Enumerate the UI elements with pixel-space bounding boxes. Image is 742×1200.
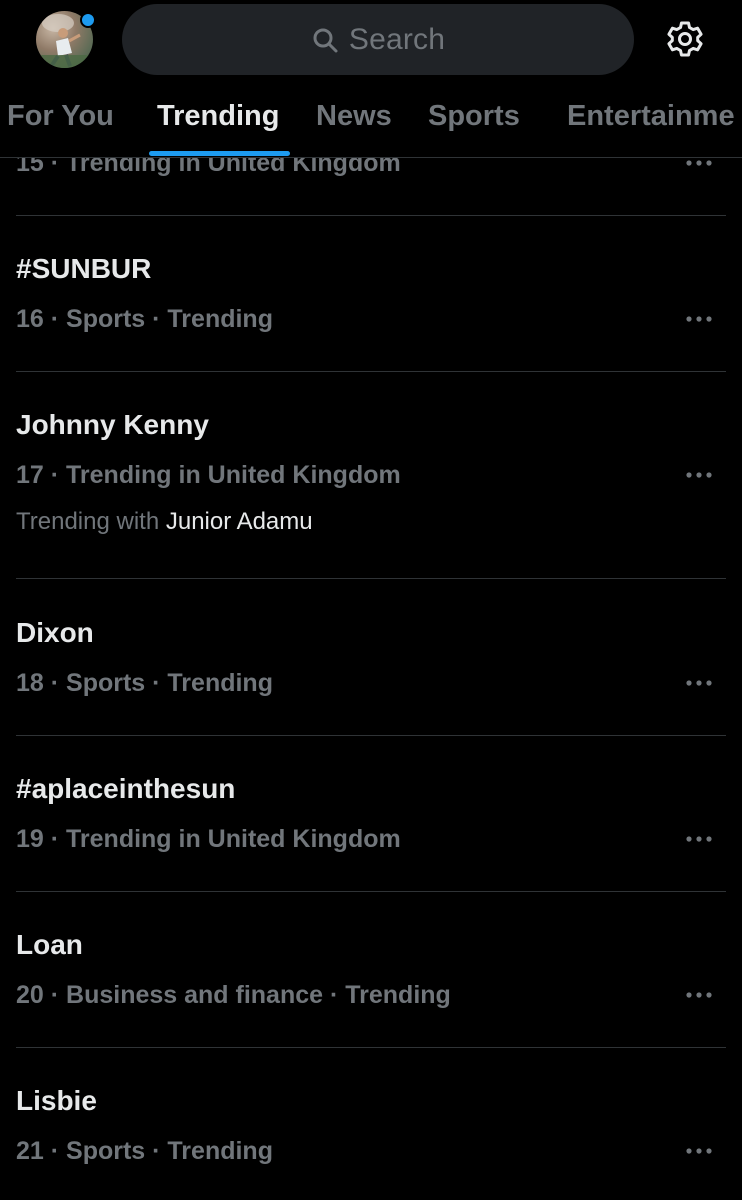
trend-item[interactable]: Lisbie 21 · Sports · Trending — [16, 1048, 726, 1200]
trend-meta: 19 · Trending in United Kingdom — [16, 825, 401, 853]
trending-with: Trending with Junior Adamu — [16, 508, 313, 536]
tab-entertainment[interactable]: Entertainme — [567, 100, 735, 133]
more-options-icon[interactable] — [684, 678, 714, 688]
more-options-icon[interactable] — [684, 990, 714, 1000]
trend-item[interactable]: #SUNBUR 16 · Sports · Trending — [16, 216, 726, 371]
gear-icon[interactable] — [663, 17, 707, 61]
tab-news[interactable]: News — [316, 100, 392, 133]
active-tab-indicator — [149, 151, 290, 156]
search-placeholder: Search — [348, 22, 446, 56]
trending-with-label: Trending with — [16, 508, 160, 535]
trend-item[interactable]: #aplaceinthesun 19 · Trending in United … — [16, 736, 726, 891]
trend-meta: 18 · Sports · Trending — [16, 669, 273, 697]
more-options-icon[interactable] — [684, 834, 714, 844]
tab-bar: For You Trending News Sports Entertainme — [0, 80, 742, 158]
more-options-icon[interactable] — [684, 314, 714, 324]
trend-meta: 16 · Sports · Trending — [16, 305, 273, 333]
trend-item[interactable]: Dixon 18 · Sports · Trending — [16, 579, 726, 735]
trend-meta: 20 · Business and finance · Trending — [16, 981, 451, 1009]
trend-title: Dixon — [16, 617, 94, 648]
trends-list: 15 · Trending in United Kingdom #SUNBUR … — [0, 0, 742, 1200]
trend-title: Loan — [16, 929, 83, 960]
tab-for-you[interactable]: For You — [7, 100, 114, 133]
trending-with-name[interactable]: Junior Adamu — [166, 508, 313, 535]
more-options-icon[interactable] — [684, 1146, 714, 1156]
top-bar: Search — [0, 0, 742, 80]
trend-meta: 17 · Trending in United Kingdom — [16, 461, 401, 489]
tab-sports[interactable]: Sports — [428, 100, 520, 133]
more-options-icon[interactable] — [684, 470, 714, 480]
trend-meta: 21 · Sports · Trending — [16, 1137, 273, 1165]
trend-title: Lisbie — [16, 1085, 97, 1116]
trend-item[interactable]: Johnny Kenny 17 · Trending in United Kin… — [16, 372, 726, 578]
search-icon — [313, 28, 338, 52]
trend-item[interactable]: Loan 20 · Business and finance · Trendin… — [16, 892, 726, 1047]
trend-title: #SUNBUR — [16, 253, 152, 284]
trend-title: #aplaceinthesun — [16, 773, 236, 804]
notification-dot — [80, 12, 96, 28]
tab-trending[interactable]: Trending — [157, 100, 279, 133]
search-bar[interactable]: Search — [122, 4, 634, 75]
trend-title: Johnny Kenny — [16, 409, 209, 440]
more-options-icon[interactable] — [684, 158, 714, 168]
